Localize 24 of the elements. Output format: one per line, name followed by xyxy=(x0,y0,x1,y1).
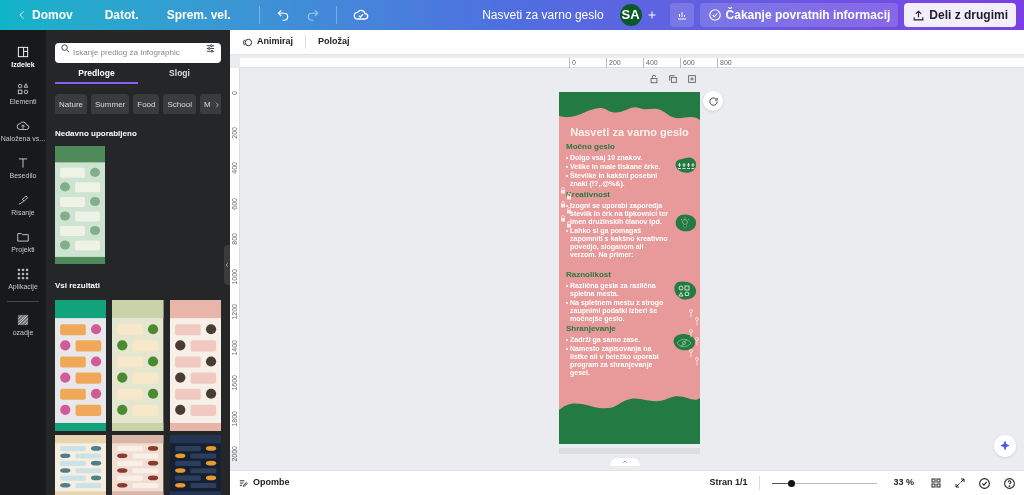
panel-tab[interactable]: Slogi xyxy=(138,64,221,84)
search-field[interactable]: Iskanje predlog za Infographic xyxy=(55,42,221,63)
filter-chip[interactable]: School xyxy=(163,94,196,114)
toolbar-button[interactable]: Položaj xyxy=(314,32,354,52)
section-heading: Vsi rezultati xyxy=(55,280,101,292)
user-avatar[interactable]: SA xyxy=(619,4,642,26)
section-heading: Kreativnost xyxy=(566,190,611,200)
section-heading: Raznolikost xyxy=(566,270,612,280)
document-title[interactable]: Nasveti za varno geslo xyxy=(482,6,604,24)
share-button[interactable]: Deli z drugimi xyxy=(904,3,1016,27)
section-heading: Shranjevanje xyxy=(566,324,617,334)
filter-chip[interactable]: Food xyxy=(133,94,160,114)
infographic-title: Nasveti za varno geslo xyxy=(569,125,690,140)
section-heading: Nedavno uporabljeno xyxy=(55,127,138,140)
zoom-value[interactable]: 33 % xyxy=(893,476,914,490)
filter-chip[interactable]: Nature xyxy=(55,94,87,114)
filter-chip[interactable]: M xyxy=(199,94,221,114)
section-heading: Močno geslo xyxy=(566,142,616,152)
notes-button[interactable]: Opombe xyxy=(238,476,290,490)
panel-tab[interactable]: Predloge xyxy=(55,64,138,84)
review-button[interactable]: Čakanje povratnih informacij xyxy=(699,3,899,27)
toolbar-button[interactable]: Animiraj xyxy=(238,32,297,52)
filter-chip[interactable]: Summer xyxy=(91,94,130,114)
page-indicator[interactable]: Stran 1/1 xyxy=(709,476,748,490)
